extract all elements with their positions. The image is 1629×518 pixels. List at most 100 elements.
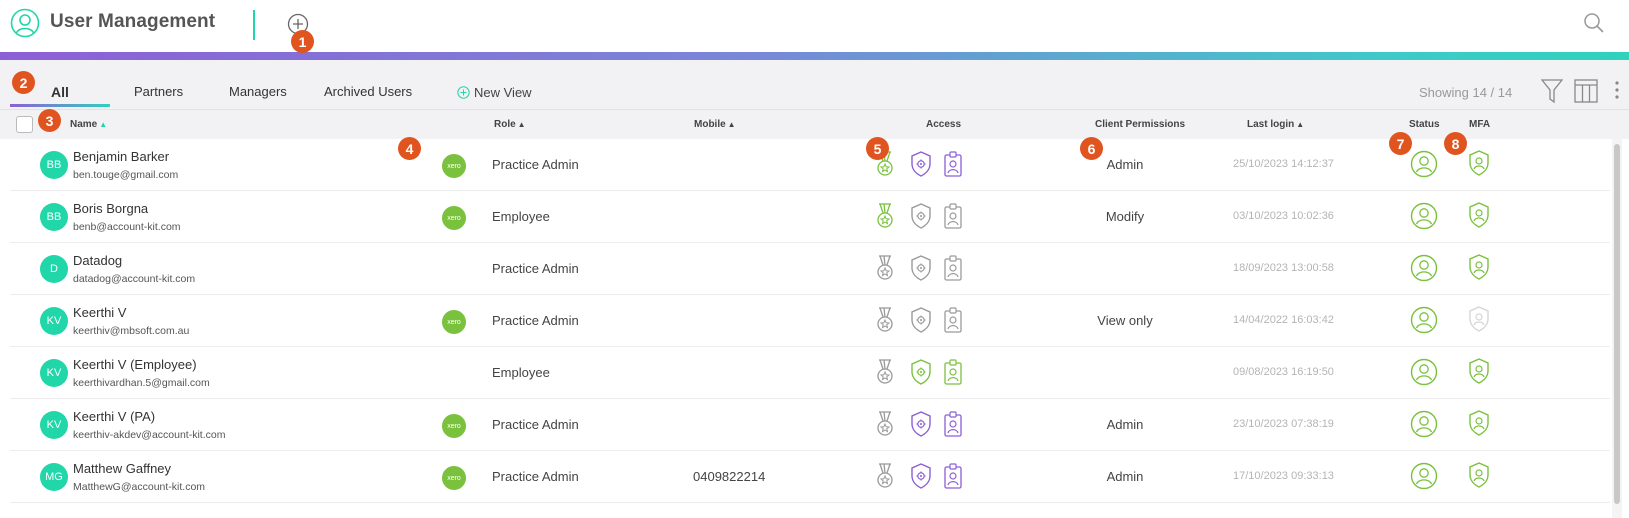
new-view-label: New View bbox=[474, 85, 532, 100]
user-email: datadog@account-kit.com bbox=[73, 273, 196, 285]
employee-id-icon[interactable] bbox=[943, 150, 963, 178]
column-header-status: Status bbox=[1409, 119, 1440, 130]
mfa-shield-icon[interactable] bbox=[1467, 305, 1491, 333]
user-name[interactable]: Keerthi V (PA) bbox=[73, 409, 155, 424]
last-login: 03/10/2023 10:02:36 bbox=[1233, 210, 1334, 222]
status-user-icon[interactable] bbox=[1410, 150, 1438, 178]
mfa-shield-icon[interactable] bbox=[1467, 461, 1491, 489]
employee-id-icon[interactable] bbox=[943, 410, 963, 438]
header-divider bbox=[253, 10, 255, 40]
tab-partners[interactable]: Partners bbox=[134, 84, 183, 99]
admin-shield-icon[interactable] bbox=[909, 202, 931, 230]
admin-shield-icon[interactable] bbox=[909, 358, 931, 386]
client-permission: View only bbox=[1097, 313, 1153, 328]
employee-id-icon[interactable] bbox=[943, 202, 963, 230]
user-role: Practice Admin bbox=[492, 261, 579, 276]
sort-asc-icon: ▲ bbox=[727, 120, 736, 129]
filter-icon[interactable] bbox=[1541, 78, 1563, 104]
table-header bbox=[0, 109, 1629, 139]
partner-badge-icon[interactable] bbox=[875, 202, 895, 230]
employee-id-icon[interactable] bbox=[943, 306, 963, 334]
table-row[interactable]: D Datadog datadog@account-kit.com Practice … bbox=[10, 243, 1610, 295]
tab-managers[interactable]: Managers bbox=[229, 84, 287, 99]
columns-icon[interactable] bbox=[1574, 79, 1598, 103]
scrollbar-thumb[interactable] bbox=[1614, 144, 1620, 504]
user-name[interactable]: Keerthi V bbox=[73, 305, 126, 320]
user-role: Practice Admin bbox=[492, 469, 579, 484]
status-user-icon[interactable] bbox=[1410, 462, 1438, 490]
xero-logo-icon: xero bbox=[442, 206, 466, 230]
table-row[interactable]: BB Boris Borgna benb@account-kit.com xero Em… bbox=[10, 191, 1610, 243]
column-header-client-permissions: Client Permissions bbox=[1095, 119, 1186, 130]
last-login: 14/04/2022 16:03:42 bbox=[1233, 314, 1334, 326]
column-header-name[interactable]: Name ▲ bbox=[70, 119, 107, 130]
mfa-shield-icon[interactable] bbox=[1467, 357, 1491, 385]
column-header-role[interactable]: Role ▲ bbox=[494, 119, 526, 130]
mfa-shield-icon[interactable] bbox=[1467, 253, 1491, 281]
user-circle-icon bbox=[10, 8, 40, 38]
employee-id-icon[interactable] bbox=[943, 254, 963, 282]
user-mobile: 0409822214 bbox=[693, 469, 766, 484]
user-name[interactable]: Keerthi V (Employee) bbox=[73, 357, 197, 372]
employee-id-icon[interactable] bbox=[943, 462, 963, 490]
app-header: User Management bbox=[0, 0, 1629, 52]
callout-badge: 7 bbox=[1389, 132, 1412, 155]
admin-shield-icon[interactable] bbox=[909, 254, 931, 282]
column-header-mobile[interactable]: Mobile ▲ bbox=[694, 119, 736, 130]
column-header-last-login[interactable]: Last login ▲ bbox=[1247, 119, 1304, 130]
sort-asc-icon: ▲ bbox=[99, 120, 108, 129]
user-role: Employee bbox=[492, 209, 550, 224]
avatar: KV bbox=[40, 411, 68, 439]
status-user-icon[interactable] bbox=[1410, 358, 1438, 386]
admin-shield-icon[interactable] bbox=[909, 150, 931, 178]
admin-shield-icon[interactable] bbox=[909, 462, 931, 490]
table-row[interactable]: MG Matthew Gaffney MatthewG@account-kit.co… bbox=[10, 451, 1610, 503]
user-name[interactable]: Boris Borgna bbox=[73, 201, 148, 216]
search-icon[interactable] bbox=[1583, 12, 1605, 34]
user-email: ben.touge@gmail.com bbox=[73, 169, 179, 181]
client-permission: Modify bbox=[1105, 209, 1145, 224]
user-name[interactable]: Datadog bbox=[73, 253, 122, 268]
callout-badge: 5 bbox=[866, 137, 889, 160]
callout-badge: 1 bbox=[291, 30, 314, 53]
admin-shield-icon[interactable] bbox=[909, 306, 931, 334]
mfa-shield-icon[interactable] bbox=[1467, 409, 1491, 437]
status-user-icon[interactable] bbox=[1410, 306, 1438, 334]
mfa-shield-icon[interactable] bbox=[1467, 149, 1491, 177]
employee-id-icon[interactable] bbox=[943, 358, 963, 386]
table-row[interactable]: KV Keerthi V keerthiv@mbsoft.com.au xero Pra… bbox=[10, 295, 1610, 347]
tab-archived-users[interactable]: Archived Users bbox=[324, 84, 412, 99]
table-scrollbar[interactable] bbox=[1612, 139, 1622, 518]
user-email: keerthivardhan.5@gmail.com bbox=[73, 377, 210, 389]
user-email: keerthiv-akdev@account-kit.com bbox=[73, 429, 226, 441]
admin-shield-icon[interactable] bbox=[909, 410, 931, 438]
status-user-icon[interactable] bbox=[1410, 202, 1438, 230]
partner-badge-icon[interactable] bbox=[875, 306, 895, 334]
partner-badge-icon[interactable] bbox=[875, 358, 895, 386]
callout-badge: 4 bbox=[398, 137, 421, 160]
avatar: KV bbox=[40, 359, 68, 387]
page-title: User Management bbox=[50, 11, 216, 32]
table-row[interactable]: KV Keerthi V (Employee) keerthivardhan.5@g… bbox=[10, 347, 1610, 399]
more-options-icon[interactable] bbox=[1614, 80, 1620, 100]
user-role: Practice Admin bbox=[492, 157, 579, 172]
user-role: Practice Admin bbox=[492, 313, 579, 328]
table-row[interactable]: BB Benjamin Barker ben.touge@gmail.com xero… bbox=[10, 139, 1610, 191]
user-name[interactable]: Matthew Gaffney bbox=[73, 461, 171, 476]
partner-badge-icon[interactable] bbox=[875, 254, 895, 282]
status-user-icon[interactable] bbox=[1410, 254, 1438, 282]
callout-badge: 2 bbox=[12, 71, 35, 94]
tab-all[interactable]: All bbox=[51, 84, 69, 100]
xero-logo-icon: xero bbox=[442, 310, 466, 334]
new-view-button[interactable]: New View bbox=[457, 85, 532, 100]
partner-badge-icon[interactable] bbox=[875, 410, 895, 438]
select-all-checkbox[interactable] bbox=[16, 116, 33, 133]
table-row[interactable]: KV Keerthi V (PA) keerthiv-akdev@account-k… bbox=[10, 399, 1610, 451]
user-name[interactable]: Benjamin Barker bbox=[73, 149, 169, 164]
status-user-icon[interactable] bbox=[1410, 410, 1438, 438]
mfa-shield-icon[interactable] bbox=[1467, 201, 1491, 229]
partner-badge-icon[interactable] bbox=[875, 462, 895, 490]
column-label: Last login bbox=[1247, 119, 1295, 130]
client-permission: Admin bbox=[1106, 417, 1144, 432]
callout-badge: 3 bbox=[38, 109, 61, 132]
